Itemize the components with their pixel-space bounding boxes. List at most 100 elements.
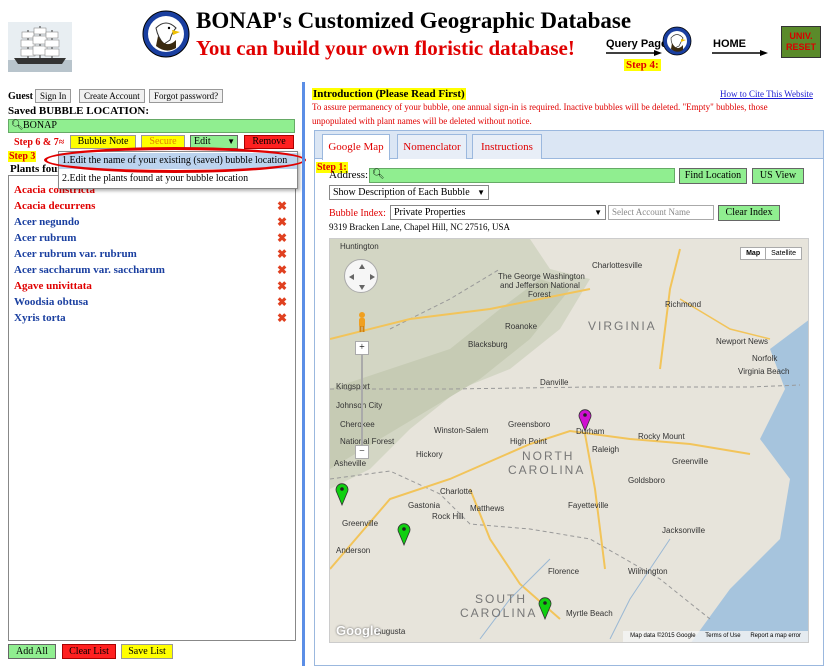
arrow-right-icon: [606, 50, 662, 56]
map-terms-link[interactable]: Terms of Use: [705, 633, 740, 639]
map-place-label: Asheville: [334, 459, 367, 468]
tab-google-map[interactable]: Google Map: [322, 134, 390, 160]
map-place-label: Goldsboro: [628, 476, 665, 485]
map-place-label: Norfolk: [752, 354, 778, 363]
map-place-label: High Point: [510, 437, 547, 446]
query-page-eagle-icon[interactable]: [662, 26, 692, 56]
eagle-logo-icon: [142, 10, 190, 58]
map-pin-marker[interactable]: [538, 596, 552, 624]
delete-icon[interactable]: ✖: [277, 200, 289, 212]
map-place-label: The George Washington: [498, 272, 585, 281]
edit-option-plants[interactable]: 2.Edit the plants found at your bubble l…: [59, 171, 297, 187]
guest-label: Guest: [8, 91, 33, 102]
us-view-button[interactable]: US View: [752, 168, 804, 184]
google-logo: Google: [336, 623, 381, 638]
tab-nomenclator[interactable]: Nomenclator: [397, 134, 467, 159]
tab-strip: Google Map Nomenclator Instructions: [315, 131, 823, 160]
bubble-index-select[interactable]: Private Properties ▼: [390, 205, 606, 220]
delete-icon[interactable]: ✖: [277, 248, 289, 260]
delete-icon[interactable]: ✖: [277, 280, 289, 292]
remove-button[interactable]: Remove: [244, 135, 294, 149]
map-pin-marker[interactable]: [335, 482, 349, 510]
saved-bubble-label: Saved BUBBLE LOCATION:: [8, 105, 149, 117]
map-place-label: Myrtle Beach: [566, 609, 613, 618]
map-place-label: Cherokee: [340, 420, 375, 429]
find-location-button[interactable]: Find Location: [679, 168, 747, 184]
intro-text: To assure permanency of your bubble, one…: [312, 102, 768, 126]
plant-list[interactable]: Acacia constricta Acacia decurrens ✖ Ace…: [8, 175, 296, 641]
bubble-location-input[interactable]: 🔍︎ BONAP: [8, 119, 295, 133]
map-place-label: Raleigh: [592, 445, 620, 454]
map-place-label: Huntington: [340, 242, 379, 251]
clear-index-button[interactable]: Clear Index: [718, 205, 780, 221]
map-place-label: Newport News: [716, 337, 769, 346]
map-pin-marker[interactable]: [578, 408, 592, 436]
map-type-satellite-button[interactable]: Satellite: [766, 248, 801, 260]
tab-instructions[interactable]: Instructions: [472, 134, 542, 159]
select-account-input[interactable]: Select Account Name: [608, 205, 714, 220]
cite-website-link[interactable]: How to Cite This Website: [720, 89, 813, 99]
plant-item[interactable]: Woodsia obtusa: [14, 296, 88, 308]
map-place-label: Blacksburg: [468, 340, 508, 349]
delete-icon[interactable]: ✖: [277, 232, 289, 244]
bubble-note-button[interactable]: Bubble Note: [70, 135, 136, 149]
map-pin-icon: [538, 597, 552, 621]
create-account-button[interactable]: Create Account: [79, 89, 145, 103]
add-all-button[interactable]: Add All: [8, 644, 56, 659]
map-type-toggle[interactable]: Map Satellite: [740, 247, 802, 260]
map-place-label: Forest: [528, 290, 551, 299]
search-icon: 🔍︎: [11, 120, 24, 131]
query-page-link[interactable]: Query Page: [606, 38, 667, 50]
save-list-button[interactable]: Save List: [121, 644, 173, 659]
delete-icon[interactable]: ✖: [277, 264, 289, 276]
delete-icon[interactable]: ✖: [277, 312, 289, 324]
state-label: SOUTH: [475, 592, 527, 606]
intro-heading-link[interactable]: Introduction (Please Read First): [312, 88, 466, 100]
show-description-select[interactable]: Show Description of Each Bubble ▼: [329, 185, 489, 200]
plant-item[interactable]: Acer rubrum var. rubrum: [14, 248, 137, 260]
home-link[interactable]: HOME: [713, 38, 746, 50]
state-label: NORTH: [522, 449, 575, 463]
map-data-credit: Map data ©2015 Google: [630, 633, 696, 639]
map-pin-marker[interactable]: [397, 522, 411, 550]
plant-item[interactable]: Acer rubrum: [14, 232, 76, 244]
map-terrain: [330, 239, 808, 642]
map-place-label: Roanoke: [505, 322, 538, 331]
plant-item[interactable]: Xyris torta: [14, 312, 66, 324]
zoom-in-button[interactable]: +: [355, 341, 369, 355]
address-label: Address:: [329, 169, 369, 181]
plant-item[interactable]: Acer saccharum var. saccharum: [14, 264, 165, 276]
plant-item[interactable]: Acer negundo: [14, 216, 80, 228]
zoom-out-button[interactable]: −: [355, 445, 369, 459]
plant-item[interactable]: Agave univittata: [14, 280, 92, 292]
univ-reset-button[interactable]: UNIV. RESET: [781, 26, 821, 58]
map-type-map-button[interactable]: Map: [741, 248, 767, 260]
edit-select[interactable]: Edit ▼: [190, 135, 238, 149]
map-place-label: Greenville: [672, 457, 709, 466]
zoom-slider[interactable]: [361, 355, 363, 445]
map-place-label: Fayetteville: [568, 501, 609, 510]
bubble-index-label: Bubble Index:: [329, 208, 386, 219]
edit-option-bubble-name[interactable]: 1.Edit the name of your existing (saved)…: [59, 153, 297, 169]
pegman-icon[interactable]: [357, 311, 367, 333]
delete-icon[interactable]: ✖: [277, 216, 289, 228]
delete-icon[interactable]: ✖: [277, 296, 289, 308]
clear-list-button[interactable]: Clear List: [62, 644, 116, 659]
sign-in-button[interactable]: Sign In: [35, 89, 72, 103]
chevron-down-icon: ▼: [227, 137, 235, 146]
step4-label: Step 4:: [624, 59, 661, 71]
state-label: VIRGINIA: [588, 319, 657, 333]
chevron-down-icon: ▼: [594, 208, 602, 217]
secure-button[interactable]: Secure: [141, 135, 185, 149]
search-icon: 🔍︎: [372, 169, 385, 180]
chevron-down-icon: ▼: [477, 188, 485, 197]
forgot-password-button[interactable]: Forgot password?: [149, 89, 224, 103]
map-report-link[interactable]: Report a map error: [750, 633, 801, 639]
map-place-label: Johnson City: [336, 401, 383, 410]
map-place-label: Charlotte: [440, 487, 473, 496]
address-input[interactable]: 🔍︎: [369, 168, 675, 183]
pan-control[interactable]: [344, 259, 378, 293]
google-map[interactable]: Huntington Charlottesville The George Wa…: [329, 238, 809, 643]
map-place-label: Rocky Mount: [638, 432, 685, 441]
plant-item[interactable]: Acacia decurrens: [14, 200, 95, 212]
